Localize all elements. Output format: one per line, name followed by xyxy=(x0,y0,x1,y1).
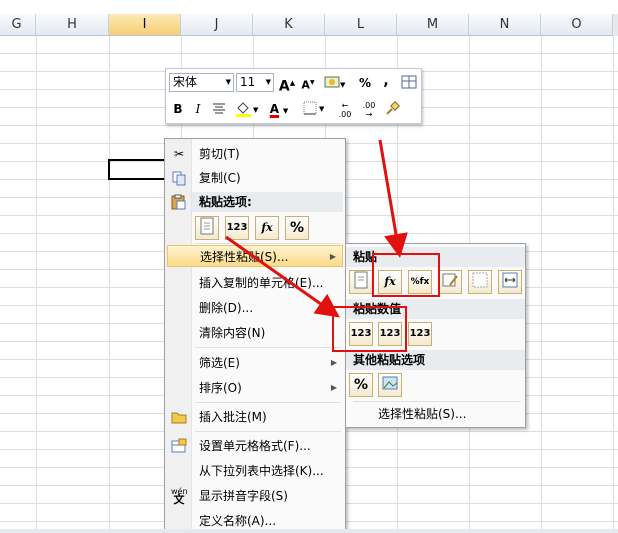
arrow-to-formula-options xyxy=(378,139,408,258)
annotation-arrows xyxy=(225,139,408,318)
arrow-to-value-options xyxy=(225,235,340,318)
status-bar-strip xyxy=(0,529,618,533)
